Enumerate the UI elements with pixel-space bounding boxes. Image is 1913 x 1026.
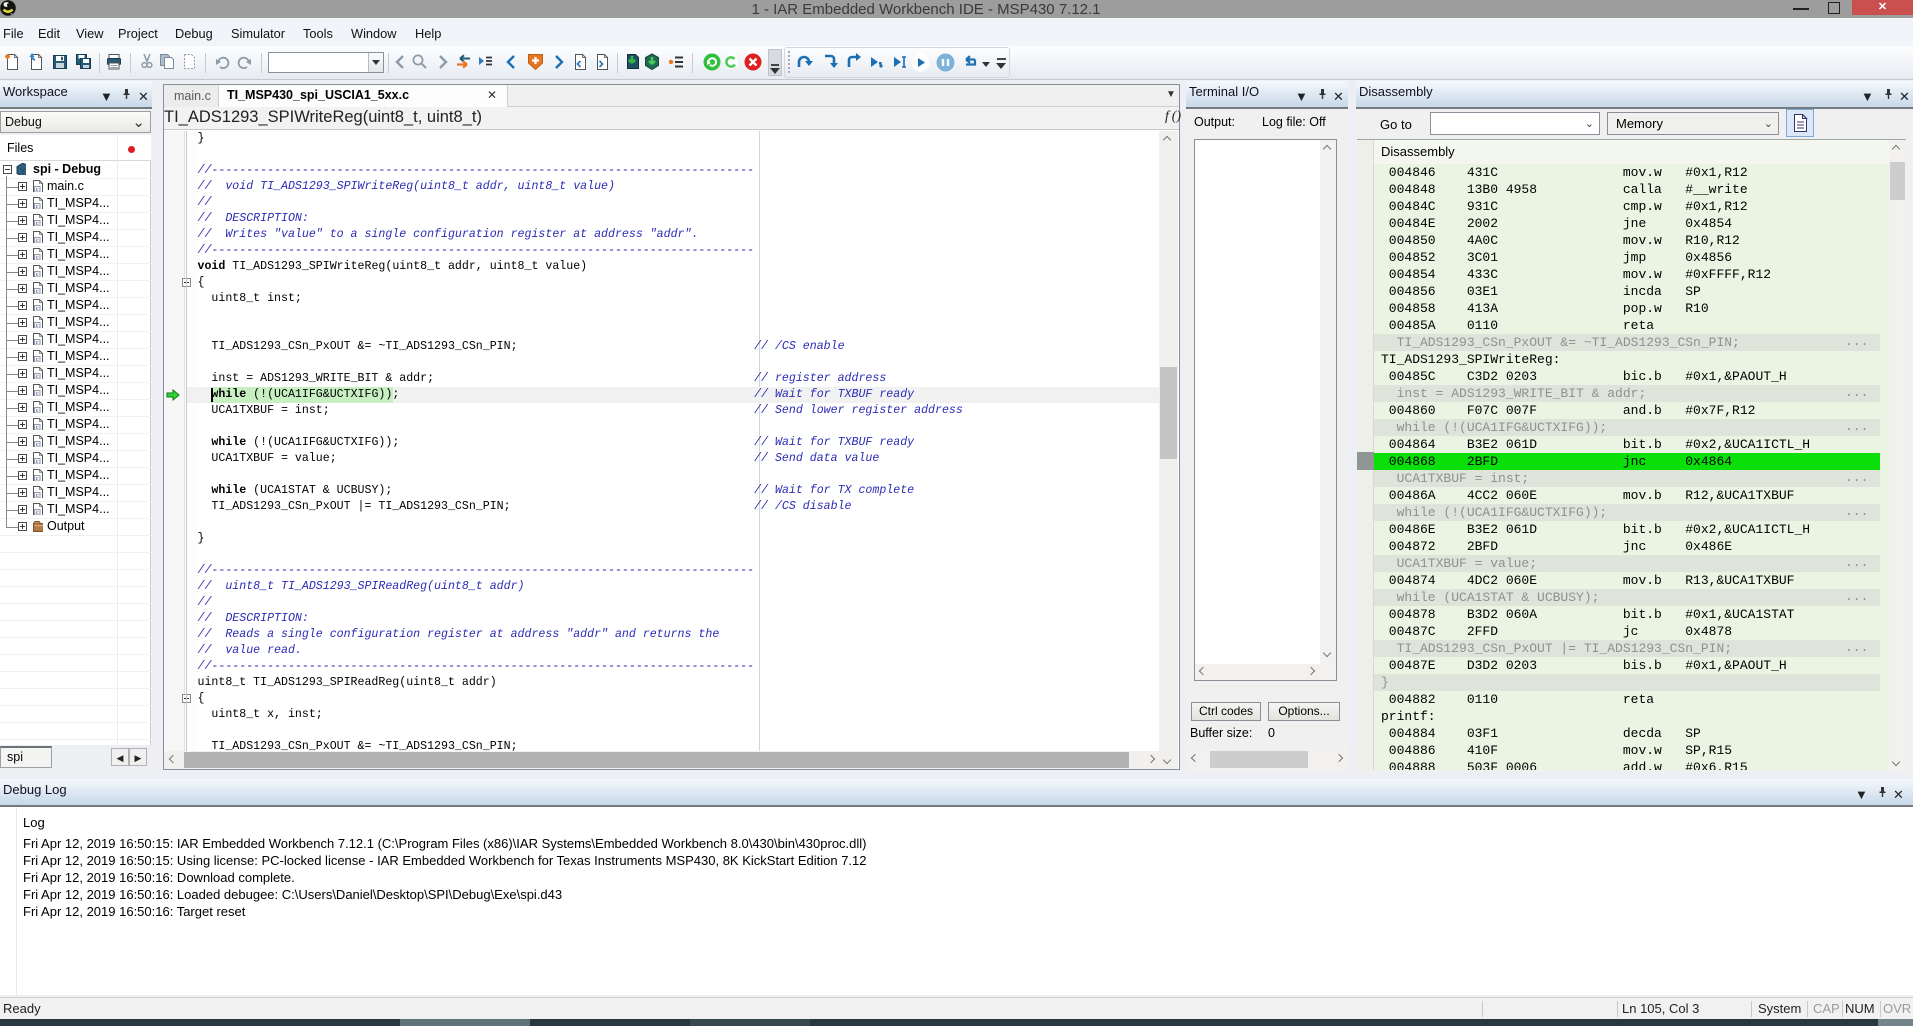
svg-text:c: c bbox=[36, 373, 39, 379]
svg-text:c: c bbox=[36, 237, 39, 243]
svg-text:c: c bbox=[36, 475, 39, 481]
svg-text:c: c bbox=[36, 322, 39, 328]
svg-text:c: c bbox=[36, 186, 39, 192]
svg-text:c: c bbox=[36, 424, 39, 430]
svg-text:c: c bbox=[36, 407, 39, 413]
svg-text:c: c bbox=[36, 390, 39, 396]
svg-text:c: c bbox=[36, 509, 39, 515]
svg-text:c: c bbox=[36, 441, 39, 447]
svg-text:c: c bbox=[36, 305, 39, 311]
svg-text:c: c bbox=[36, 288, 39, 294]
svg-text:c: c bbox=[36, 220, 39, 226]
svg-text:c: c bbox=[36, 271, 39, 277]
svg-text:c: c bbox=[36, 356, 39, 362]
svg-text:c: c bbox=[36, 492, 39, 498]
svg-text:c: c bbox=[36, 203, 39, 209]
svg-text:c: c bbox=[36, 254, 39, 260]
svg-text:c: c bbox=[36, 339, 39, 345]
svg-text:c: c bbox=[36, 458, 39, 464]
